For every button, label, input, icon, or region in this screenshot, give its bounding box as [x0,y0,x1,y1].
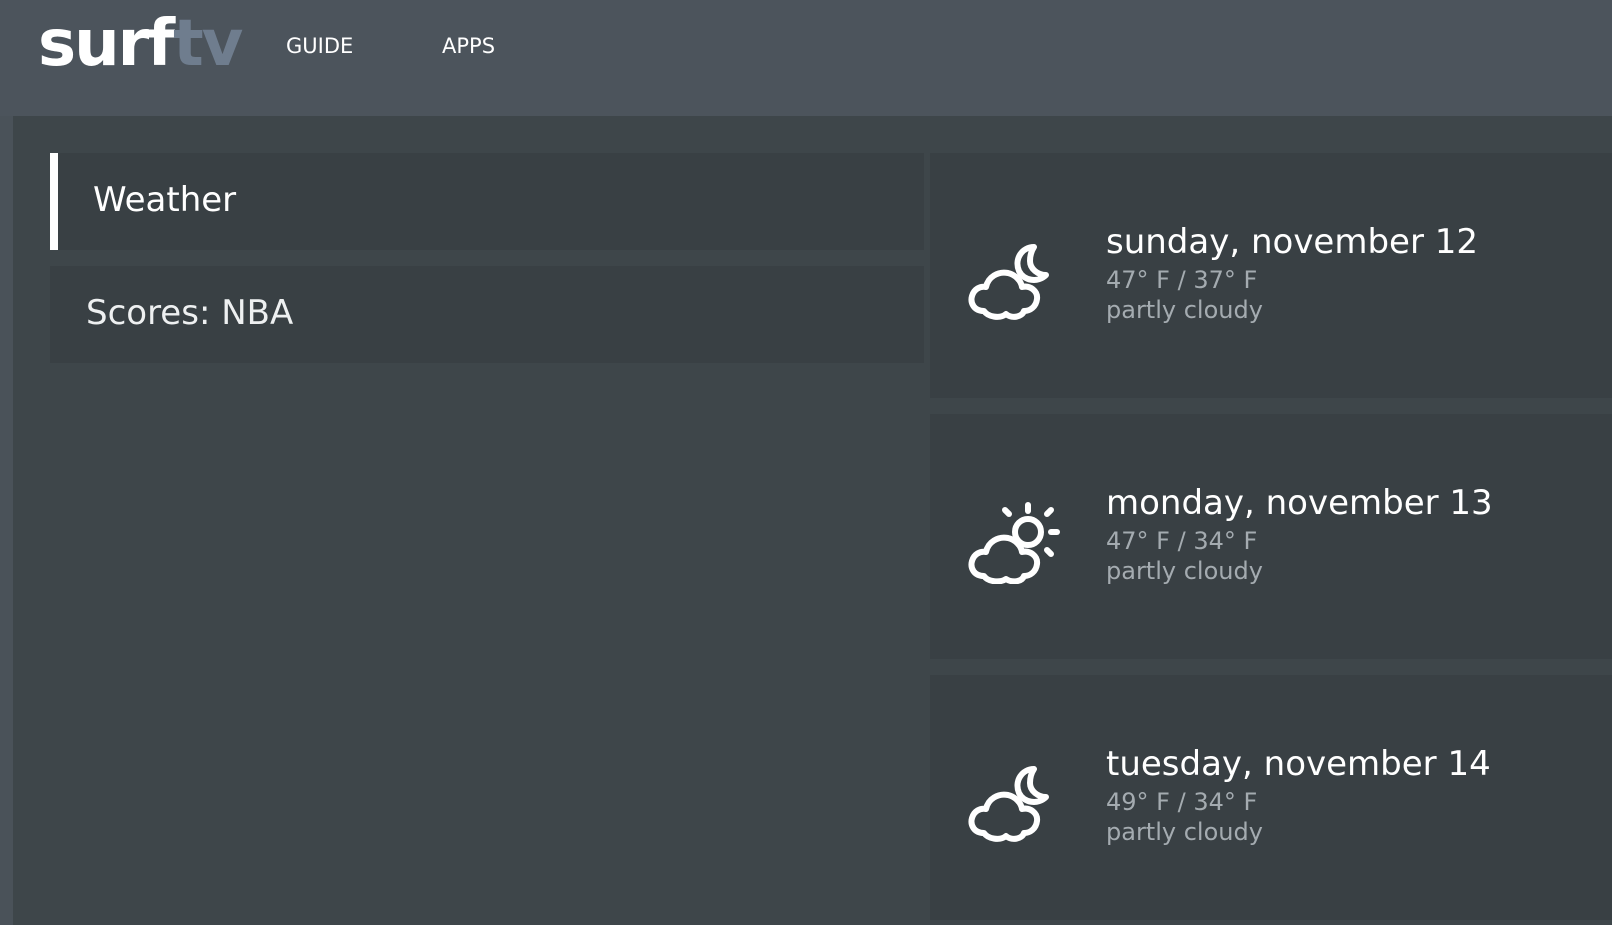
menu-item-scores-nba[interactable]: Scores: NBA [50,266,924,363]
cloud-sun-icon [968,502,1060,584]
forecast-card: sunday, november 12 47° F / 37° F partly… [930,153,1612,398]
nav-guide[interactable]: GUIDE [286,34,353,58]
nav-apps[interactable]: APPS [442,34,495,58]
forecast-card: monday, november 13 47° F / 34° F partly… [930,414,1612,659]
menu-item-label: Weather [93,180,237,220]
forecast-date: tuesday, november 14 [1106,744,1491,784]
forecast-date: sunday, november 12 [1106,222,1479,262]
surftv-logo[interactable]: surftv [38,4,243,84]
menu-item-weather[interactable]: Weather [50,153,924,250]
forecast-condition: partly cloudy [1106,557,1263,585]
menu-item-label: Scores: NBA [86,293,294,333]
cloud-moon-icon [968,766,1049,842]
main-content: Weather Scores: NBA sunday, november 12 … [13,116,1612,925]
logo-primary: surf [38,7,175,81]
selection-indicator [50,153,58,250]
top-bar: surftv GUIDE APPS [0,0,1612,116]
logo-secondary: tv [173,7,243,81]
cloud-moon-icon [968,244,1049,320]
forecast-condition: partly cloudy [1106,296,1263,324]
forecast-temps: 47° F / 34° F [1106,527,1258,555]
forecast-temps: 49° F / 34° F [1106,788,1258,816]
forecast-condition: partly cloudy [1106,818,1263,846]
forecast-temps: 47° F / 37° F [1106,266,1258,294]
forecast-date: monday, november 13 [1106,483,1493,523]
forecast-card: tuesday, november 14 49° F / 34° F partl… [930,675,1612,920]
